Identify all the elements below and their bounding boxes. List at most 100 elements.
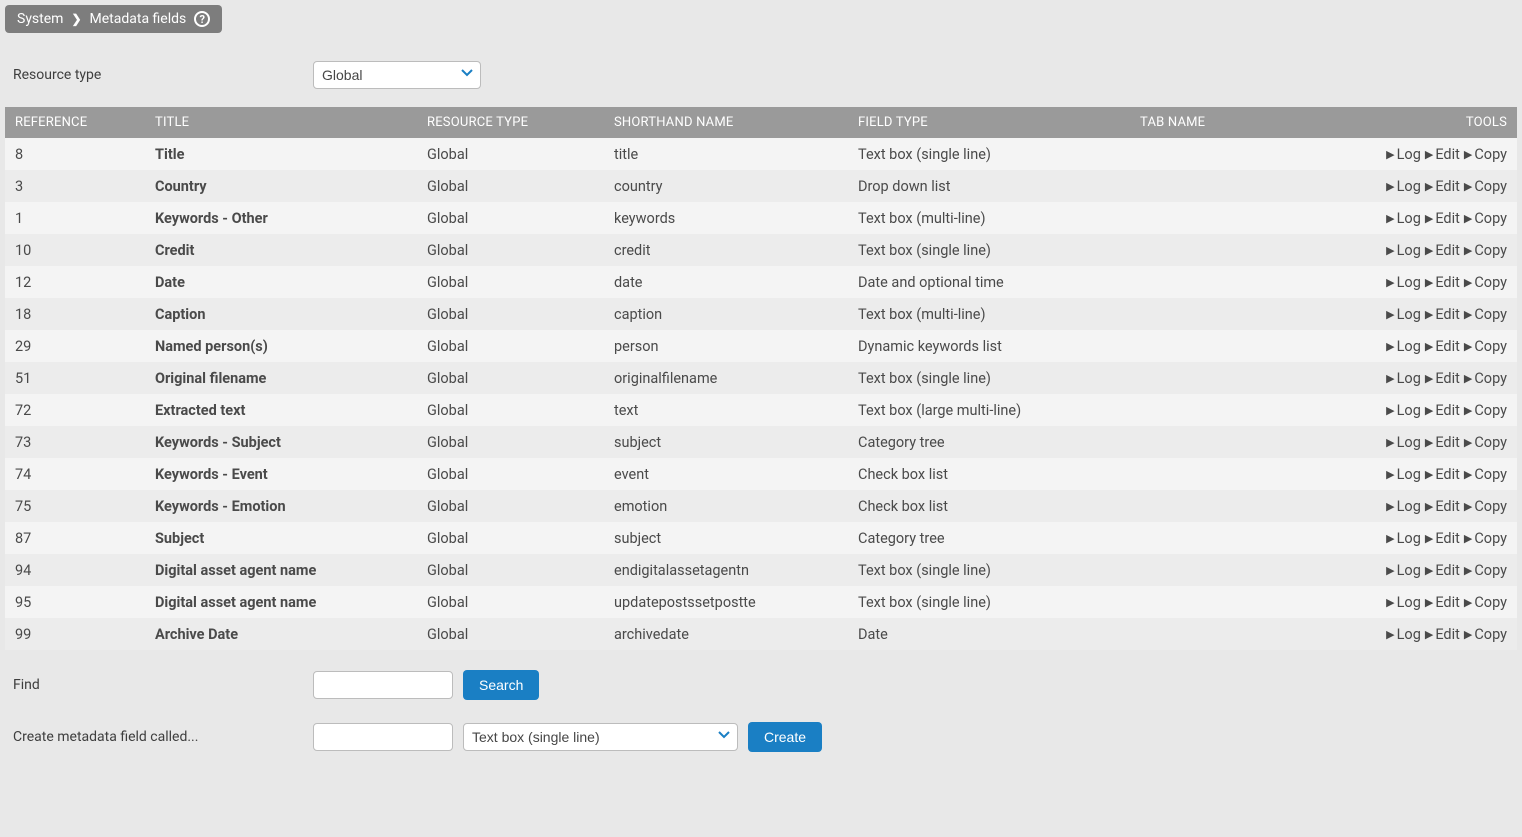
copy-link[interactable]: ▶ Copy: [1464, 562, 1507, 579]
copy-link[interactable]: ▶ Copy: [1464, 370, 1507, 387]
log-link[interactable]: ▶ Log: [1386, 178, 1421, 195]
cell-title[interactable]: Subject: [145, 522, 417, 554]
log-link[interactable]: ▶ Log: [1386, 146, 1421, 163]
cell-title[interactable]: Archive Date: [145, 618, 417, 650]
copy-link[interactable]: ▶ Copy: [1464, 274, 1507, 291]
cell-tab-name: [1130, 458, 1310, 490]
cell-shorthand: credit: [604, 234, 848, 266]
find-input[interactable]: [313, 671, 453, 699]
copy-link[interactable]: ▶ Copy: [1464, 210, 1507, 227]
cell-tab-name: [1130, 426, 1310, 458]
copy-link[interactable]: ▶ Copy: [1464, 146, 1507, 163]
log-link[interactable]: ▶ Log: [1386, 306, 1421, 323]
col-resource-type[interactable]: RESOURCE TYPE: [417, 107, 604, 138]
log-link[interactable]: ▶ Log: [1386, 562, 1421, 579]
col-reference[interactable]: REFERENCE: [5, 107, 145, 138]
log-link[interactable]: ▶ Log: [1386, 274, 1421, 291]
create-row: Create metadata field called... Text box…: [13, 722, 1509, 752]
edit-link[interactable]: ▶ Edit: [1425, 178, 1460, 195]
edit-link[interactable]: ▶ Edit: [1425, 498, 1460, 515]
edit-link[interactable]: ▶ Edit: [1425, 146, 1460, 163]
cell-title[interactable]: Extracted text: [145, 394, 417, 426]
log-link[interactable]: ▶ Log: [1386, 498, 1421, 515]
col-shorthand[interactable]: SHORTHAND NAME: [604, 107, 848, 138]
cell-title[interactable]: Original filename: [145, 362, 417, 394]
log-link[interactable]: ▶ Log: [1386, 370, 1421, 387]
cell-resource-type: Global: [417, 170, 604, 202]
copy-link[interactable]: ▶ Copy: [1464, 466, 1507, 483]
caret-right-icon: ▶: [1464, 181, 1472, 192]
edit-link[interactable]: ▶ Edit: [1425, 274, 1460, 291]
cell-title[interactable]: Keywords - Emotion: [145, 490, 417, 522]
cell-shorthand: date: [604, 266, 848, 298]
edit-link[interactable]: ▶ Edit: [1425, 242, 1460, 259]
cell-title[interactable]: Caption: [145, 298, 417, 330]
edit-link[interactable]: ▶ Edit: [1425, 626, 1460, 643]
cell-title[interactable]: Digital asset agent name: [145, 586, 417, 618]
log-link[interactable]: ▶ Log: [1386, 466, 1421, 483]
resource-type-select[interactable]: Global: [313, 61, 481, 89]
log-link[interactable]: ▶ Log: [1386, 242, 1421, 259]
cell-title[interactable]: Keywords - Subject: [145, 426, 417, 458]
log-link[interactable]: ▶ Log: [1386, 402, 1421, 419]
edit-link[interactable]: ▶ Edit: [1425, 370, 1460, 387]
caret-right-icon: ▶: [1425, 181, 1433, 192]
create-button[interactable]: Create: [748, 722, 822, 752]
log-link[interactable]: ▶ Log: [1386, 338, 1421, 355]
copy-link[interactable]: ▶ Copy: [1464, 594, 1507, 611]
copy-link[interactable]: ▶ Copy: [1464, 402, 1507, 419]
edit-link[interactable]: ▶ Edit: [1425, 210, 1460, 227]
breadcrumb-page[interactable]: Metadata fields: [90, 11, 187, 27]
cell-title[interactable]: Credit: [145, 234, 417, 266]
caret-right-icon: ▶: [1386, 533, 1394, 544]
cell-title[interactable]: Keywords - Event: [145, 458, 417, 490]
copy-link[interactable]: ▶ Copy: [1464, 306, 1507, 323]
create-type-select[interactable]: Text box (single line): [463, 723, 738, 751]
cell-title[interactable]: Named person(s): [145, 330, 417, 362]
caret-right-icon: ▶: [1386, 405, 1394, 416]
copy-link[interactable]: ▶ Copy: [1464, 242, 1507, 259]
cell-field-type: Text box (single line): [848, 362, 1130, 394]
log-link[interactable]: ▶ Log: [1386, 530, 1421, 547]
log-link[interactable]: ▶ Log: [1386, 594, 1421, 611]
copy-link[interactable]: ▶ Copy: [1464, 434, 1507, 451]
col-tab-name[interactable]: TAB NAME: [1130, 107, 1310, 138]
log-link[interactable]: ▶ Log: [1386, 626, 1421, 643]
search-button[interactable]: Search: [463, 670, 539, 700]
col-title[interactable]: TITLE: [145, 107, 417, 138]
copy-link[interactable]: ▶ Copy: [1464, 626, 1507, 643]
cell-tools: ▶ Log▶ Edit▶ Copy: [1310, 394, 1517, 426]
copy-link[interactable]: ▶ Copy: [1464, 498, 1507, 515]
col-field-type[interactable]: FIELD TYPE: [848, 107, 1130, 138]
cell-title[interactable]: Keywords - Other: [145, 202, 417, 234]
edit-link[interactable]: ▶ Edit: [1425, 434, 1460, 451]
log-link[interactable]: ▶ Log: [1386, 434, 1421, 451]
edit-link[interactable]: ▶ Edit: [1425, 338, 1460, 355]
copy-link[interactable]: ▶ Copy: [1464, 178, 1507, 195]
edit-link[interactable]: ▶ Edit: [1425, 562, 1460, 579]
cell-title[interactable]: Date: [145, 266, 417, 298]
find-row: Find Search: [13, 670, 1509, 700]
cell-reference: 29: [5, 330, 145, 362]
cell-title[interactable]: Title: [145, 138, 417, 170]
breadcrumb-system[interactable]: System: [17, 11, 63, 27]
edit-link[interactable]: ▶ Edit: [1425, 466, 1460, 483]
cell-reference: 3: [5, 170, 145, 202]
edit-link[interactable]: ▶ Edit: [1425, 594, 1460, 611]
create-label: Create metadata field called...: [13, 729, 313, 745]
edit-link[interactable]: ▶ Edit: [1425, 402, 1460, 419]
cell-title[interactable]: Digital asset agent name: [145, 554, 417, 586]
log-link[interactable]: ▶ Log: [1386, 210, 1421, 227]
cell-shorthand: country: [604, 170, 848, 202]
help-icon[interactable]: ?: [194, 11, 210, 27]
create-name-input[interactable]: [313, 723, 453, 751]
table-row: 95Digital asset agent nameGlobalupdatepo…: [5, 586, 1517, 618]
edit-link[interactable]: ▶ Edit: [1425, 306, 1460, 323]
cell-tools: ▶ Log▶ Edit▶ Copy: [1310, 170, 1517, 202]
edit-link[interactable]: ▶ Edit: [1425, 530, 1460, 547]
copy-link[interactable]: ▶ Copy: [1464, 530, 1507, 547]
cell-reference: 18: [5, 298, 145, 330]
breadcrumb: System ❯ Metadata fields ?: [5, 5, 222, 33]
copy-link[interactable]: ▶ Copy: [1464, 338, 1507, 355]
cell-title[interactable]: Country: [145, 170, 417, 202]
